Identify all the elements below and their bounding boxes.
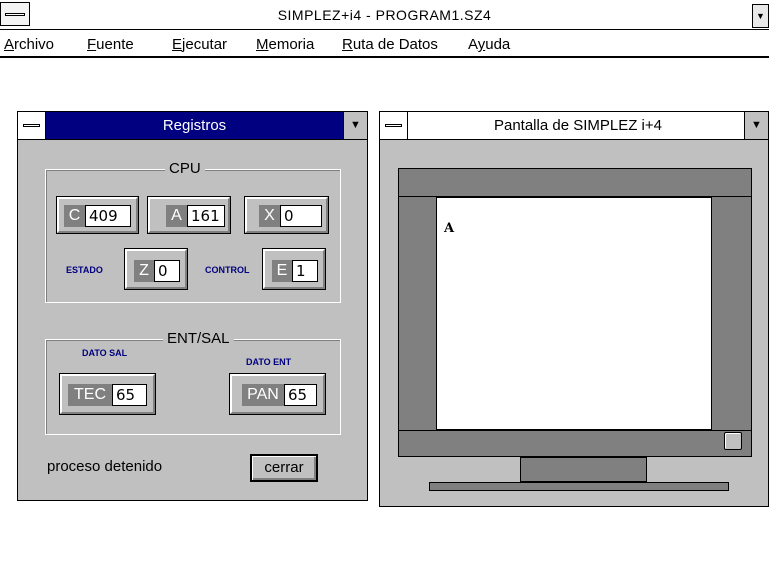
pantalla-minimize-button[interactable]: ▼ xyxy=(744,112,768,139)
cpu-group-label: CPU xyxy=(165,160,205,177)
status-text: proceso detenido xyxy=(47,458,163,475)
register-z: Z 0 xyxy=(124,248,188,290)
register-tec: TEC 65 xyxy=(59,373,156,415)
register-a: A 161 xyxy=(147,196,231,234)
monitor-stand-base xyxy=(429,482,729,491)
menu-memoria[interactable]: Memoria xyxy=(256,36,314,53)
register-x: X 0 xyxy=(244,196,329,234)
register-z-value: 0 xyxy=(154,260,180,282)
register-x-value: 0 xyxy=(280,205,322,227)
menu-memoria-label: emoria xyxy=(268,36,315,53)
menu-bar: Archivo Fuente Ejecutar Memoria Ruta de … xyxy=(0,30,769,58)
menu-memoria-mnemonic: M xyxy=(256,36,269,53)
arrow-down-icon: ▼ xyxy=(756,11,765,21)
registros-minimize-button[interactable]: ▼ xyxy=(343,112,367,139)
pantalla-title: Pantalla de SIMPLEZ i+4 xyxy=(493,117,662,134)
menu-ejecutar-mnemonic: E xyxy=(172,36,183,53)
pantalla-titlebar: Pantalla de SIMPLEZ i+4 ▼ xyxy=(380,112,768,140)
menu-archivo-label: rchivo xyxy=(14,36,55,53)
register-a-value: 161 xyxy=(187,205,225,227)
monitor-power-button[interactable] xyxy=(724,432,742,450)
window-title: SIMPLEZ+i4 - PROGRAM1.SZ4 xyxy=(277,7,492,23)
register-pan-tag: PAN xyxy=(242,384,284,406)
registros-titlebar: Registros ▼ xyxy=(18,112,367,140)
menu-fuente-mnemonic: F xyxy=(87,36,97,53)
dato-ent-label: DATO ENT xyxy=(246,357,292,367)
dato-sal-label: DATO SAL xyxy=(82,348,128,358)
register-e: E 1 xyxy=(262,248,326,290)
minus-icon xyxy=(385,124,402,127)
register-c-tag: C xyxy=(64,205,85,227)
monitor-top-bezel xyxy=(398,168,752,197)
monitor-bottom-bezel xyxy=(398,430,752,457)
cerrar-button[interactable]: cerrar xyxy=(250,454,318,482)
registros-system-menu[interactable] xyxy=(18,112,46,139)
minus-icon xyxy=(23,124,40,127)
register-z-tag: Z xyxy=(134,260,154,282)
register-pan-value: 65 xyxy=(284,384,317,406)
arrow-down-icon: ▼ xyxy=(350,119,361,131)
estado-label: ESTADO xyxy=(66,265,103,275)
menu-ruta-de-datos[interactable]: Ruta de Datos xyxy=(342,36,438,53)
register-c: C 409 xyxy=(56,196,139,234)
registros-window: Registros ▼ CPU C 409 A 161 X 0 ESTADO Z… xyxy=(17,111,368,501)
menu-ejecutar-label: jecutar xyxy=(182,36,228,53)
arrow-down-icon: ▼ xyxy=(751,119,762,131)
menu-archivo-mnemonic: A xyxy=(4,36,15,53)
control-label: CONTROL xyxy=(205,265,250,275)
menu-archivo[interactable]: Archivo xyxy=(4,36,54,53)
screen-output-text: A xyxy=(444,221,455,236)
restore-button[interactable]: ▼ xyxy=(752,4,769,28)
menu-ayuda-label: uda xyxy=(485,36,511,53)
menu-ejecutar[interactable]: Ejecutar xyxy=(172,36,227,53)
register-e-tag: E xyxy=(272,260,292,282)
monitor-stand-neck xyxy=(520,457,647,482)
menu-ruta-mnemonic: R xyxy=(342,36,353,53)
pantalla-system-menu[interactable] xyxy=(380,112,408,139)
output-screen: A xyxy=(436,197,712,430)
menu-fuente[interactable]: Fuente xyxy=(87,36,134,53)
window-titlebar: SIMPLEZ+i4 - PROGRAM1.SZ4 ▼ xyxy=(0,0,769,30)
pantalla-window: Pantalla de SIMPLEZ i+4 ▼ A xyxy=(379,111,769,507)
register-a-tag: A xyxy=(166,205,187,227)
register-tec-tag: TEC xyxy=(68,384,112,406)
register-x-tag: X xyxy=(259,205,280,227)
register-tec-value: 65 xyxy=(112,384,147,406)
entsal-group-label: ENT/SAL xyxy=(163,330,234,347)
register-pan: PAN 65 xyxy=(229,373,326,415)
register-c-value: 409 xyxy=(85,205,131,227)
menu-ayuda-prefix: A xyxy=(468,36,478,53)
register-e-value: 1 xyxy=(292,260,318,282)
menu-ayuda[interactable]: Ayuda xyxy=(468,36,510,53)
menu-ruta-label: uta de Datos xyxy=(352,36,438,53)
menu-fuente-label: uente xyxy=(96,36,134,53)
registros-title: Registros xyxy=(162,117,227,134)
